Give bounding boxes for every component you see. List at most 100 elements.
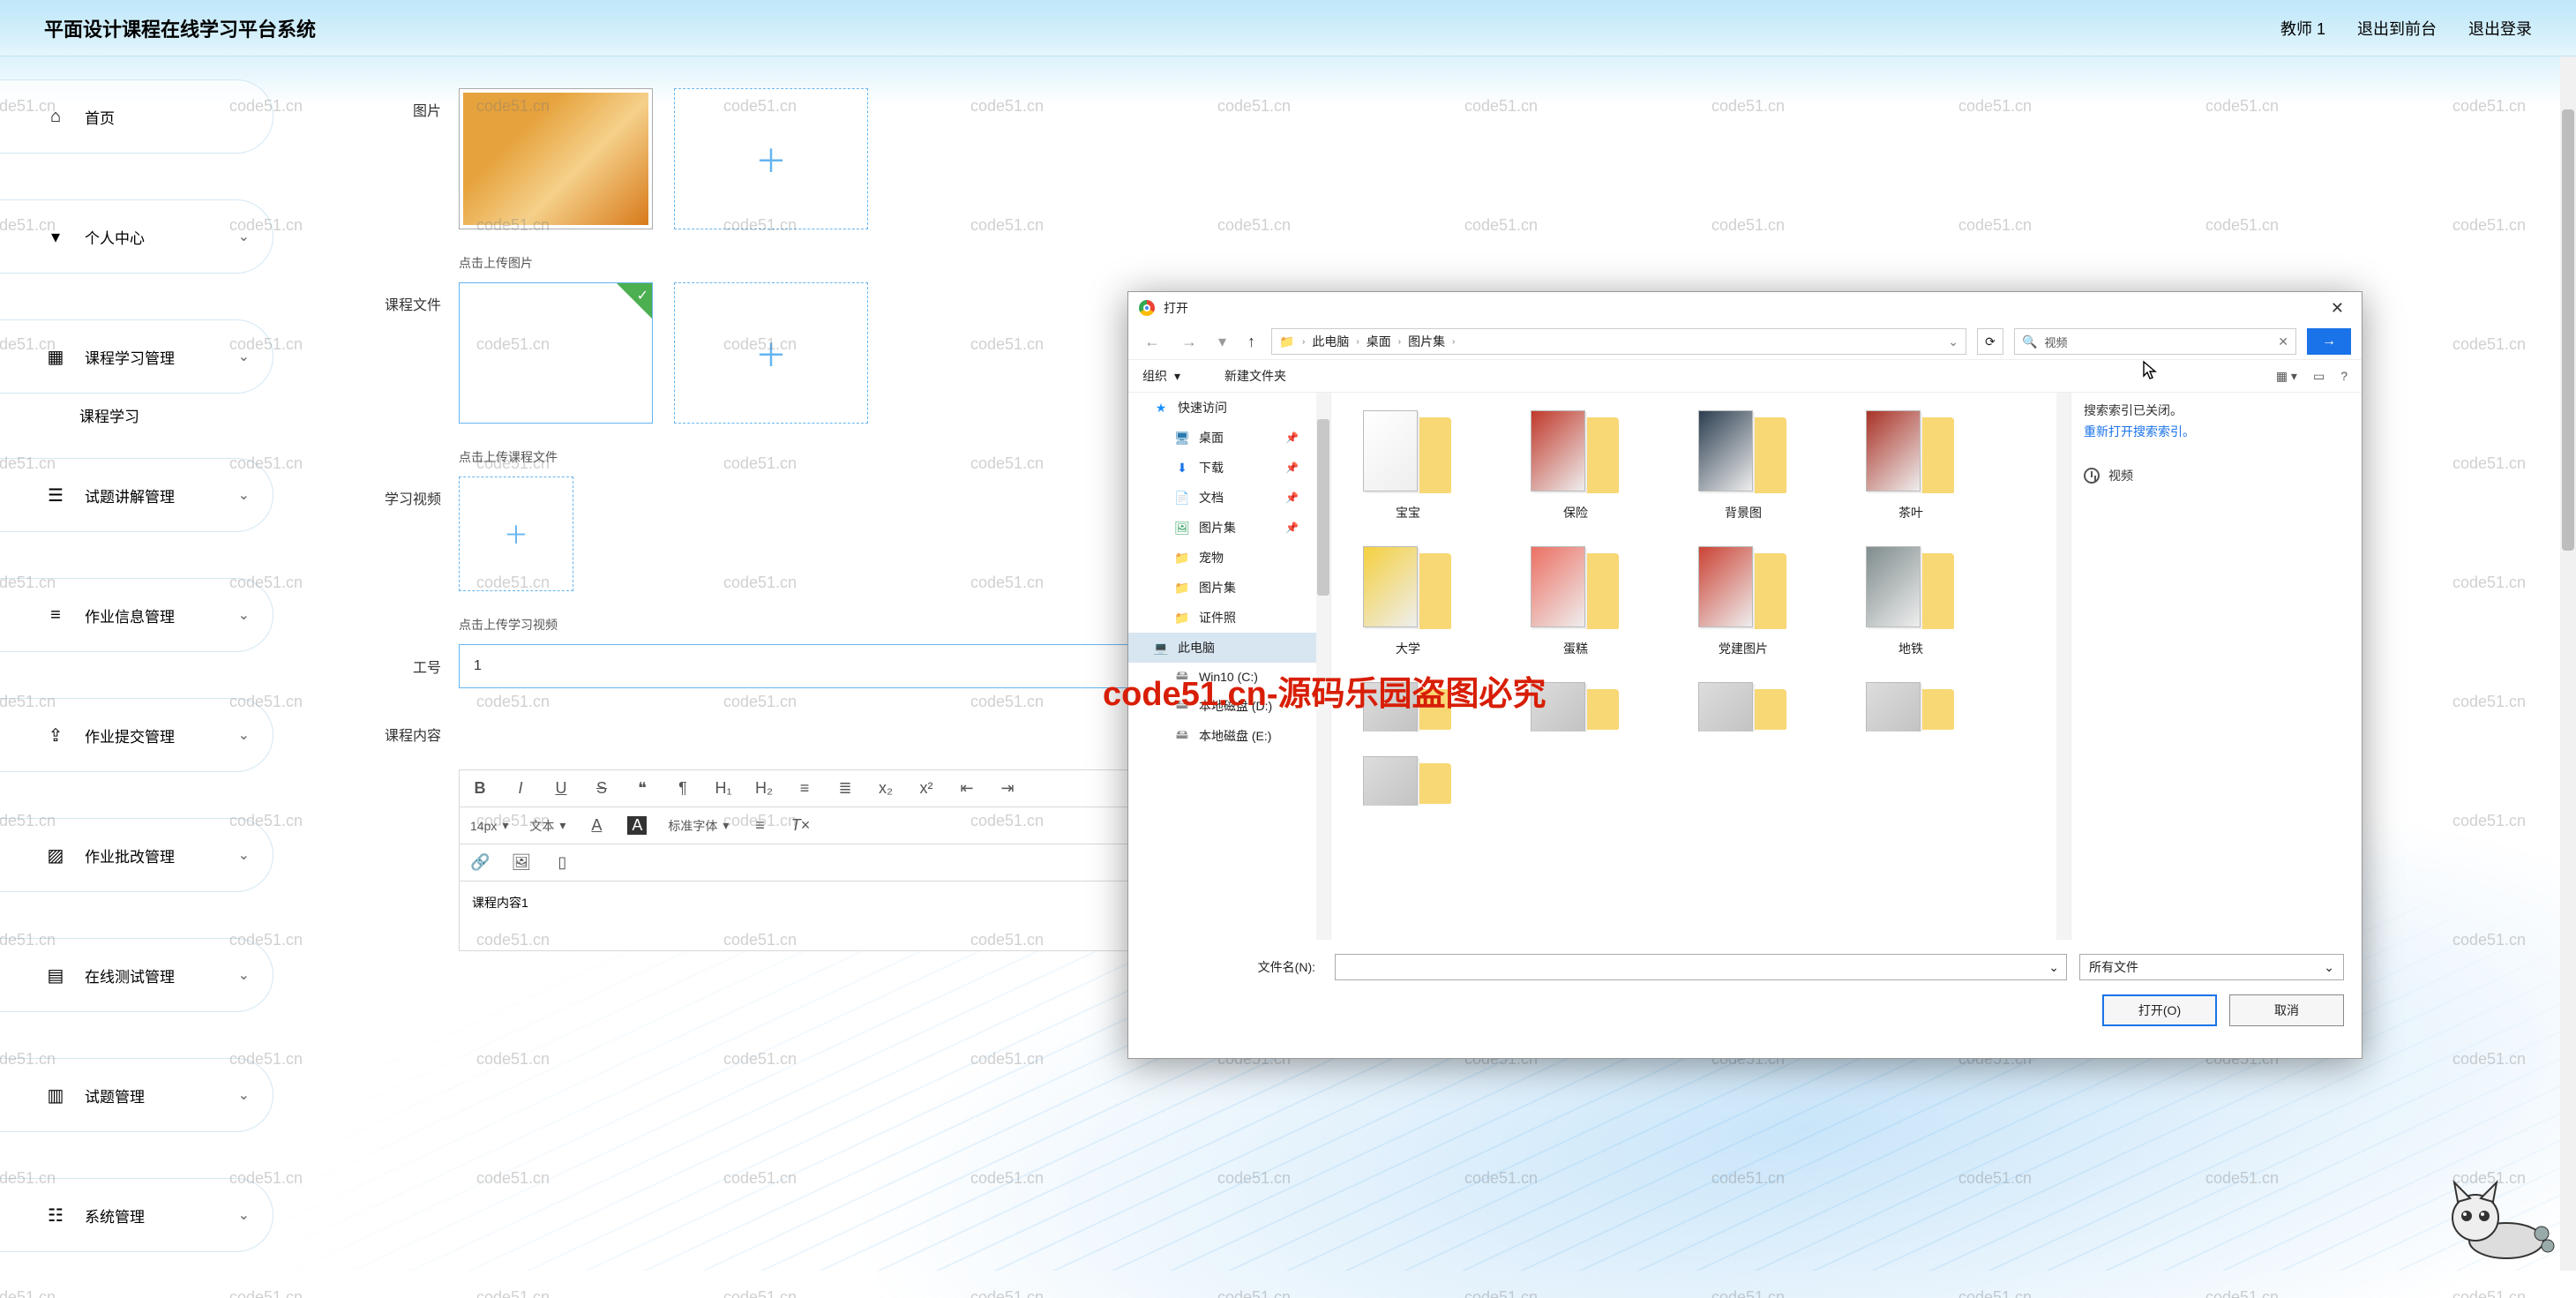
rte-format-select[interactable]: 文本 ▾ <box>529 817 565 835</box>
rte-italic-icon[interactable]: I <box>511 779 530 798</box>
add-video-button[interactable]: ＋ <box>459 476 573 591</box>
rte-sub-icon[interactable]: x₂ <box>876 779 895 798</box>
file-item[interactable] <box>1686 679 1801 732</box>
nav-back-icon[interactable]: ← <box>1139 333 1165 351</box>
tree-pictures[interactable]: 🖼图片集📌 <box>1128 513 1330 543</box>
search-field[interactable] <box>2044 335 2271 349</box>
file-item[interactable]: 蛋糕 <box>1518 543 1633 657</box>
crumb-desktop[interactable]: 桌面 <box>1367 333 1391 350</box>
filename-input[interactable]: ⌄ <box>1335 954 2067 980</box>
nav-recent-icon[interactable]: ▾ <box>1213 333 1232 351</box>
refresh-icon[interactable]: ⟳ <box>1977 328 2003 355</box>
header-to-front[interactable]: 退出到前台 <box>2357 17 2437 40</box>
tree-disk-c[interactable]: 🖴Win10 (C:) <box>1128 663 1330 691</box>
sidebar-subitem-course[interactable]: 课程学习 <box>79 404 273 426</box>
rte-code-icon[interactable]: ¶ <box>673 779 693 798</box>
rte-fontfamily-select[interactable]: 标准字体 ▾ <box>668 817 729 835</box>
sidebar-item-course-mgmt[interactable]: ▦ 课程学习管理 ⌄ <box>0 319 273 394</box>
rte-outdent-icon[interactable]: ⇤ <box>957 779 977 798</box>
rte-quote-icon[interactable]: ❝ <box>633 779 652 798</box>
nav-up-icon[interactable]: ↑ <box>1242 333 1261 351</box>
add-course-file-button[interactable]: ＋ <box>674 282 868 424</box>
header-logout[interactable]: 退出登录 <box>2468 17 2532 40</box>
close-icon[interactable]: ✕ <box>2324 299 2351 318</box>
rte-image-icon[interactable]: 🖼 <box>511 853 531 872</box>
sidebar-item-home[interactable]: ⌂ 首页 <box>0 79 273 154</box>
tree-downloads[interactable]: ⬇下载📌 <box>1128 453 1330 483</box>
file-item[interactable]: 党建图片 <box>1686 543 1801 657</box>
chevron-down-icon[interactable]: ⌄ <box>2048 960 2059 975</box>
tree-pets[interactable]: 📁宠物 <box>1128 543 1330 573</box>
rte-h1-icon[interactable]: H₁ <box>714 779 733 798</box>
tree-quick-access[interactable]: ★快速访问 <box>1128 393 1330 423</box>
header-user[interactable]: 教师 1 <box>2280 17 2325 40</box>
rte-bold-icon[interactable]: B <box>470 779 490 798</box>
file-item[interactable]: 保险 <box>1518 407 1633 521</box>
file-item[interactable]: 大学 <box>1351 543 1465 657</box>
cancel-button[interactable]: 取消 <box>2229 994 2344 1026</box>
rte-clear-icon[interactable]: T× <box>790 816 810 835</box>
clear-icon[interactable]: ✕ <box>2278 334 2288 349</box>
file-item[interactable]: 背景图 <box>1686 407 1801 521</box>
page-scrollbar[interactable] <box>2560 56 2576 1271</box>
preview-icon[interactable]: ▭ <box>2313 369 2325 384</box>
breadcrumb[interactable]: 📁 › 此电脑› 桌面› 图片集› ⌄ <box>1271 328 1966 355</box>
sidebar-item-question-bank[interactable]: ▥ 试题管理 ⌄ <box>0 1058 273 1132</box>
path-dropdown-icon[interactable]: ⌄ <box>1948 334 1958 349</box>
tree-pictures2[interactable]: 📁图片集 <box>1128 573 1330 603</box>
organize-menu[interactable]: 组织 ▾ <box>1142 367 1180 385</box>
file-item[interactable]: 茶叶 <box>1853 407 1968 521</box>
file-item[interactable] <box>1351 753 1465 806</box>
sidebar-item-profile[interactable]: ▾ 个人中心 ⌄ <box>0 199 273 274</box>
tree-scrollbar[interactable] <box>1316 393 1330 940</box>
file-item[interactable]: 宝宝 <box>1351 407 1465 521</box>
search-go-button[interactable]: → <box>2307 328 2351 355</box>
tree-desktop[interactable]: 🖥桌面📌 <box>1128 423 1330 453</box>
sidebar-item-question-explain[interactable]: ☰ 试题讲解管理 ⌄ <box>0 458 273 532</box>
image-thumbnail[interactable] <box>459 88 653 229</box>
rte-indent-icon[interactable]: ⇥ <box>998 779 1017 798</box>
sidebar-item-homework-info[interactable]: ≡ 作业信息管理 ⌄ <box>0 578 273 652</box>
tree-idphoto[interactable]: 📁证件照 <box>1128 603 1330 633</box>
file-item[interactable] <box>1351 679 1465 732</box>
rte-align-icon[interactable]: ≡ <box>750 816 769 835</box>
app-header: 平面设计课程在线学习平台系统 教师 1 退出到前台 退出登录 <box>0 0 2576 56</box>
recent-search-item[interactable]: 视频 <box>2084 467 2349 484</box>
sidebar-item-online-test[interactable]: ▤ 在线测试管理 ⌄ <box>0 938 273 1012</box>
tree-disk-e[interactable]: 🖴本地磁盘 (E:) <box>1128 721 1330 751</box>
rte-ul-icon[interactable]: ≣ <box>835 779 855 798</box>
course-file-thumbnail[interactable] <box>459 282 653 424</box>
open-button[interactable]: 打开(O) <box>2102 994 2217 1026</box>
sidebar-item-homework-submit[interactable]: ⇪ 作业提交管理 ⌄ <box>0 698 273 772</box>
tree-this-pc[interactable]: 💻此电脑 <box>1128 633 1330 663</box>
file-item[interactable] <box>1853 679 1968 732</box>
reopen-index-link[interactable]: 重新打开搜索索引。 <box>2084 423 2349 440</box>
rte-ol-icon[interactable]: ≡ <box>795 779 814 798</box>
rte-strike-icon[interactable]: S <box>592 779 611 798</box>
rte-link-icon[interactable]: 🔗 <box>470 853 490 872</box>
rte-sup-icon[interactable]: x² <box>917 779 936 798</box>
file-item[interactable] <box>1518 679 1633 732</box>
sidebar-item-system[interactable]: ☷ 系统管理 ⌄ <box>0 1178 273 1252</box>
tree-documents[interactable]: 📄文档📌 <box>1128 483 1330 513</box>
filetype-select[interactable]: 所有文件⌄ <box>2079 954 2344 980</box>
view-icon[interactable]: ▦ ▾ <box>2276 369 2297 384</box>
files-scrollbar[interactable] <box>2056 393 2071 940</box>
new-folder-button[interactable]: 新建文件夹 <box>1224 367 1286 385</box>
rte-color-icon[interactable]: A <box>587 816 606 835</box>
crumb-thispc[interactable]: 此电脑 <box>1312 333 1349 350</box>
rte-h2-icon[interactable]: H₂ <box>754 779 774 798</box>
file-item[interactable]: 地铁 <box>1853 543 1968 657</box>
help-icon[interactable]: ? <box>2340 369 2348 384</box>
rte-bgcolor-icon[interactable]: A <box>627 816 647 835</box>
crumb-pictures[interactable]: 图片集 <box>1408 333 1445 350</box>
desktop-icon: 🖥 <box>1174 430 1190 446</box>
rte-fontsize-select[interactable]: 14px ▾ <box>470 818 508 833</box>
add-image-button[interactable]: ＋ <box>674 88 868 229</box>
nav-forward-icon[interactable]: → <box>1176 333 1202 351</box>
rte-video-icon[interactable]: ▯ <box>552 853 572 872</box>
rte-underline-icon[interactable]: U <box>551 779 571 798</box>
sidebar-item-homework-review[interactable]: ▨ 作业批改管理 ⌄ <box>0 818 273 892</box>
search-input[interactable]: 🔍 ✕ <box>2014 328 2296 355</box>
tree-disk-d[interactable]: 🖴本地磁盘 (D:) <box>1128 691 1330 721</box>
